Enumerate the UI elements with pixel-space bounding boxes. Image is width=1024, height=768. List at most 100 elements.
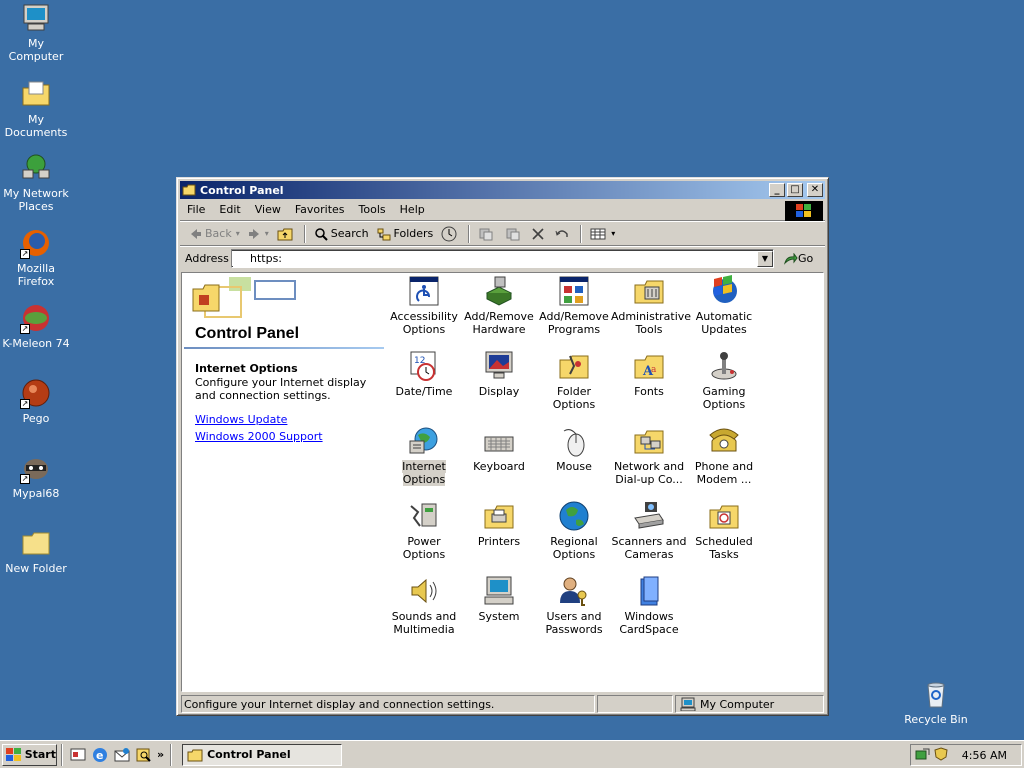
- item-add-remove-hardware[interactable]: Add/Remove Hardware: [461, 275, 537, 336]
- undo-button[interactable]: [551, 223, 576, 245]
- back-label: Back: [205, 227, 232, 240]
- item-keyboard[interactable]: Keyboard: [461, 425, 537, 473]
- item-accessibility-options[interactable]: Accessibility Options: [386, 275, 462, 336]
- item-internet-options[interactable]: Internet Options: [386, 425, 462, 486]
- recycle-bin-icon: [920, 678, 952, 710]
- item-phone-modem[interactable]: Phone and Modem ...: [686, 425, 762, 486]
- clock[interactable]: 4:56 AM: [962, 749, 1007, 762]
- desktop-icon-mypal68[interactable]: ↗ Mypal68: [0, 452, 72, 500]
- address-field[interactable]: ▼: [231, 249, 774, 268]
- menu-bar: File Edit View Favorites Tools Help: [180, 199, 825, 221]
- control-panel-window[interactable]: Control Panel _ □ ✕ File Edit View Favor…: [176, 177, 829, 716]
- item-label: System: [478, 610, 520, 623]
- item-sounds-multimedia[interactable]: Sounds and Multimedia: [386, 575, 462, 636]
- desktop-icon-pego[interactable]: ↗ Pego: [0, 377, 72, 425]
- menu-edit[interactable]: Edit: [212, 203, 247, 216]
- history-button[interactable]: [437, 223, 464, 245]
- zone-label: My Computer: [700, 697, 775, 711]
- up-folder-button[interactable]: [273, 223, 300, 245]
- windows-update-link[interactable]: Windows Update: [195, 413, 287, 426]
- search-button[interactable]: Search: [310, 223, 373, 245]
- item-fonts[interactable]: Aa Fonts: [611, 350, 687, 398]
- safely-remove-hardware-icon[interactable]: [915, 747, 931, 764]
- views-button[interactable]: ▾: [586, 223, 619, 245]
- back-button[interactable]: Back ▾: [186, 223, 244, 245]
- item-label: Power Options: [402, 535, 446, 561]
- address-dropdown-button[interactable]: ▼: [757, 250, 773, 267]
- menu-help[interactable]: Help: [393, 203, 432, 216]
- item-add-remove-programs[interactable]: Add/Remove Programs: [536, 275, 612, 336]
- windows-2000-support-link[interactable]: Windows 2000 Support: [195, 430, 323, 443]
- item-display[interactable]: Display: [461, 350, 537, 398]
- toolbar-separator: [468, 224, 471, 243]
- system-computer-icon: [483, 575, 515, 607]
- item-regional-options[interactable]: Regional Options: [536, 500, 612, 561]
- desktop-icon-label: My Computer: [8, 37, 64, 63]
- search-quicklaunch-icon[interactable]: [135, 746, 153, 764]
- menu-view[interactable]: View: [248, 203, 288, 216]
- item-date-time[interactable]: 12 Date/Time: [386, 350, 462, 398]
- control-panel-banner-icon: [192, 277, 296, 318]
- task-label: Control Panel: [207, 748, 291, 761]
- minimize-button[interactable]: _: [769, 183, 785, 197]
- item-automatic-updates[interactable]: Automatic Updates: [686, 275, 762, 336]
- show-desktop-icon[interactable]: [69, 746, 87, 764]
- history-icon: [441, 226, 457, 241]
- desktop-icon-mozilla-firefox[interactable]: ↗ Mozilla Firefox: [0, 227, 72, 288]
- security-shield-icon[interactable]: [934, 746, 948, 764]
- dropdown-arrow-icon: ▾: [611, 229, 616, 238]
- move-to-button[interactable]: [474, 223, 501, 245]
- item-scheduled-tasks[interactable]: Scheduled Tasks: [686, 500, 762, 561]
- menu-file[interactable]: File: [180, 203, 212, 216]
- folders-button[interactable]: Folders: [373, 223, 438, 245]
- item-label: Automatic Updates: [695, 310, 753, 336]
- desktop-icon-my-documents[interactable]: My Documents: [0, 78, 72, 139]
- item-label: Printers: [477, 535, 521, 548]
- item-printers[interactable]: Printers: [461, 500, 537, 548]
- search-label: Search: [330, 227, 369, 240]
- chevron-right-icon[interactable]: »: [157, 748, 164, 761]
- power-plug-icon: [408, 500, 440, 532]
- k-meleon-icon: ↗: [20, 302, 52, 334]
- windows-logo-icon: [785, 201, 823, 221]
- item-network-dialup[interactable]: Network and Dial-up Co...: [611, 425, 687, 486]
- desktop-icon-k-meleon[interactable]: ↗ K-Meleon 74: [0, 302, 72, 350]
- phone-icon: [708, 425, 740, 457]
- go-button[interactable]: Go: [784, 252, 813, 265]
- menu-favorites[interactable]: Favorites: [288, 203, 352, 216]
- shortcut-arrow-icon: ↗: [20, 474, 30, 484]
- item-gaming-options[interactable]: Gaming Options: [686, 350, 762, 411]
- desktop-icon-my-network-places[interactable]: My Network Places: [0, 152, 72, 213]
- outlook-express-icon[interactable]: [113, 746, 131, 764]
- title-bar[interactable]: Control Panel _ □ ✕: [180, 181, 825, 199]
- desktop-icon-label: Pego: [22, 412, 50, 425]
- desktop-icon-new-folder[interactable]: New Folder: [0, 527, 72, 575]
- item-users-passwords[interactable]: Users and Passwords: [536, 575, 612, 636]
- start-button[interactable]: Start: [2, 743, 57, 766]
- menu-tools[interactable]: Tools: [352, 203, 393, 216]
- item-administrative-tools[interactable]: Administrative Tools: [611, 275, 691, 336]
- delete-button[interactable]: [528, 223, 551, 245]
- accessibility-icon: [408, 275, 440, 307]
- item-folder-options[interactable]: Folder Options: [536, 350, 612, 411]
- control-panel-icon: [182, 183, 196, 197]
- item-system[interactable]: System: [461, 575, 537, 623]
- network-icon: [20, 152, 52, 184]
- item-windows-cardspace[interactable]: Windows CardSpace: [611, 575, 687, 636]
- item-label: Scheduled Tasks: [695, 535, 753, 561]
- item-power-options[interactable]: Power Options: [386, 500, 462, 561]
- item-label: Administrative Tools: [611, 310, 692, 336]
- item-mouse[interactable]: Mouse: [536, 425, 612, 473]
- item-scanners-cameras[interactable]: Scanners and Cameras: [611, 500, 687, 561]
- copy-to-button[interactable]: [501, 223, 528, 245]
- folder-icon: [20, 527, 52, 559]
- maximize-button[interactable]: □: [787, 183, 803, 197]
- toolbar-separator: [580, 224, 583, 243]
- address-input[interactable]: [232, 251, 757, 266]
- forward-button[interactable]: ▾: [244, 223, 273, 245]
- task-control-panel[interactable]: Control Panel: [182, 743, 343, 766]
- internet-explorer-icon[interactable]: e: [91, 746, 109, 764]
- desktop-icon-my-computer[interactable]: My Computer: [0, 2, 72, 63]
- desktop-icon-recycle-bin[interactable]: Recycle Bin: [900, 678, 972, 726]
- close-button[interactable]: ✕: [807, 183, 823, 197]
